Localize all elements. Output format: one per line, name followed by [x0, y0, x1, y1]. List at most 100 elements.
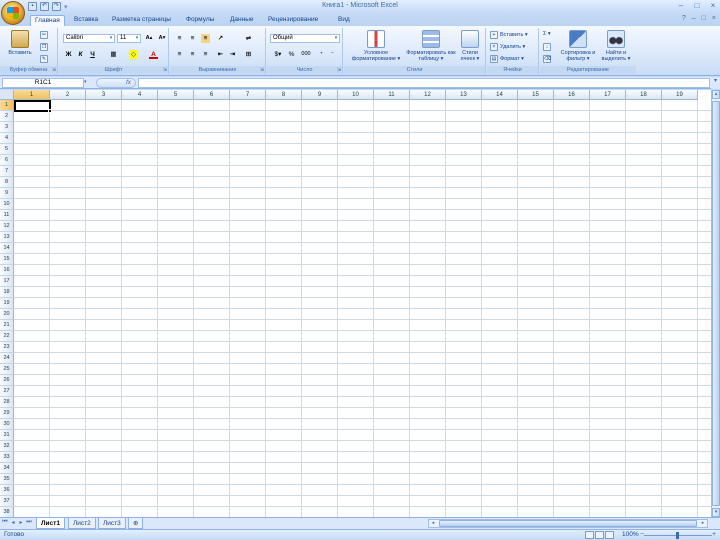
- tab-data[interactable]: Данные: [226, 15, 257, 26]
- currency-icon[interactable]: $▾: [271, 50, 285, 59]
- scroll-down-icon[interactable]: ▾: [712, 508, 720, 517]
- column-header[interactable]: 16: [554, 90, 590, 100]
- column-header[interactable]: 17: [590, 90, 626, 100]
- underline-button[interactable]: Ч: [88, 50, 97, 59]
- column-header[interactable]: 4: [122, 90, 158, 100]
- row-header[interactable]: 29: [0, 408, 14, 419]
- page-break-view-icon[interactable]: [605, 531, 614, 539]
- column-header[interactable]: 6: [194, 90, 230, 100]
- sheet-tab-3[interactable]: Лист3: [98, 518, 126, 529]
- column-header[interactable]: 13: [446, 90, 482, 100]
- chevron-down-icon[interactable]: ▾: [84, 79, 87, 85]
- ribbon-restore-button[interactable]: □: [702, 15, 706, 22]
- number-format-combo[interactable]: Общий ▾: [270, 34, 340, 43]
- horizontal-scrollbar[interactable]: ◂ ▸: [428, 519, 708, 528]
- vertical-scrollbar[interactable]: ▴ ▾: [711, 90, 720, 517]
- row-header[interactable]: 10: [0, 199, 14, 210]
- tab-formulas[interactable]: Формулы: [182, 15, 218, 26]
- row-header[interactable]: 6: [0, 155, 14, 166]
- close-button[interactable]: ×: [708, 1, 718, 10]
- font-name-combo[interactable]: Calibri ▾: [63, 34, 115, 43]
- fill-handle[interactable]: [48, 109, 52, 113]
- vertical-scroll-thumb[interactable]: [712, 101, 720, 506]
- delete-cells-button[interactable]: × Удалить ▾: [490, 43, 525, 51]
- row-header[interactable]: 26: [0, 375, 14, 386]
- column-header[interactable]: 8: [266, 90, 302, 100]
- column-header[interactable]: 3: [86, 90, 122, 100]
- row-header[interactable]: 25: [0, 364, 14, 375]
- minimize-button[interactable]: –: [676, 1, 686, 10]
- alignment-launcher-icon[interactable]: ⇲: [260, 67, 264, 73]
- font-size-combo[interactable]: 11 ▾: [117, 34, 141, 43]
- undo-icon[interactable]: ↶: [40, 2, 49, 11]
- align-top-icon[interactable]: ≡: [175, 34, 184, 43]
- row-header[interactable]: 17: [0, 276, 14, 287]
- maximize-button[interactable]: □: [692, 1, 702, 10]
- row-header[interactable]: 27: [0, 386, 14, 397]
- select-all-button[interactable]: [0, 90, 14, 100]
- row-header[interactable]: 9: [0, 188, 14, 199]
- grow-font-button[interactable]: A▴: [143, 34, 155, 43]
- tab-home[interactable]: Главная: [30, 15, 65, 26]
- copy-button[interactable]: ❐: [40, 43, 48, 51]
- zoom-slider-knob[interactable]: [676, 532, 679, 539]
- align-right-icon[interactable]: ≡: [201, 50, 210, 59]
- row-header[interactable]: 1: [0, 100, 14, 111]
- expand-formula-bar-icon[interactable]: ▾: [711, 77, 720, 89]
- format-painter-button[interactable]: ✎: [40, 55, 48, 63]
- shrink-font-button[interactable]: A▾: [156, 34, 168, 43]
- column-header[interactable]: 14: [482, 90, 518, 100]
- row-header[interactable]: 3: [0, 122, 14, 133]
- page-layout-view-icon[interactable]: [595, 531, 604, 539]
- font-launcher-icon[interactable]: ⇲: [163, 67, 167, 73]
- insert-cells-button[interactable]: + Вставить ▾: [490, 31, 528, 39]
- find-select-button[interactable]: Найти и выделить ▾: [598, 30, 634, 62]
- next-sheet-icon[interactable]: ▸: [18, 519, 24, 526]
- zoom-in-button[interactable]: +: [712, 531, 716, 538]
- row-header[interactable]: 8: [0, 177, 14, 188]
- sheet-tab-1[interactable]: Лист1: [36, 518, 65, 529]
- row-header[interactable]: 4: [0, 133, 14, 144]
- normal-view-icon[interactable]: [585, 531, 594, 539]
- increase-indent-icon[interactable]: ⇥: [228, 50, 237, 59]
- zoom-level[interactable]: 100%: [622, 531, 639, 538]
- column-header[interactable]: 10: [338, 90, 374, 100]
- column-header[interactable]: 11: [374, 90, 410, 100]
- cell-styles-button[interactable]: Стили ячеек ▾: [456, 30, 484, 62]
- font-color-icon[interactable]: A: [149, 50, 158, 59]
- row-header[interactable]: 19: [0, 298, 14, 309]
- horizontal-scroll-thumb[interactable]: [439, 520, 697, 527]
- sort-filter-button[interactable]: Сортировка и фильтр ▾: [558, 30, 598, 62]
- row-header[interactable]: 7: [0, 166, 14, 177]
- align-center-icon[interactable]: ≡: [188, 50, 197, 59]
- fill-color-icon[interactable]: ◇: [129, 50, 138, 59]
- thousands-button[interactable]: 000: [299, 50, 313, 59]
- ribbon-minimize-button[interactable]: –: [692, 15, 696, 22]
- row-header[interactable]: 38: [0, 507, 14, 517]
- row-header[interactable]: 36: [0, 485, 14, 496]
- align-bottom-icon[interactable]: ≡: [201, 34, 210, 43]
- cell-area[interactable]: [14, 100, 711, 517]
- row-header[interactable]: 2: [0, 111, 14, 122]
- tab-review[interactable]: Рецензирование: [264, 15, 322, 26]
- number-launcher-icon[interactable]: ⇲: [337, 67, 341, 73]
- help-icon[interactable]: ?: [682, 15, 686, 22]
- first-sheet-icon[interactable]: ⏮: [2, 519, 8, 526]
- clipboard-launcher-icon[interactable]: ⇲: [52, 67, 56, 73]
- row-header[interactable]: 13: [0, 232, 14, 243]
- decrease-indent-icon[interactable]: ⇤: [216, 50, 225, 59]
- paste-button[interactable]: Вставить: [4, 30, 36, 56]
- merge-center-icon[interactable]: ⊞: [244, 50, 253, 59]
- formula-input[interactable]: [138, 78, 710, 88]
- fill-button[interactable]: ↓: [543, 43, 551, 51]
- align-left-icon[interactable]: ≡: [175, 50, 184, 59]
- active-cell[interactable]: [14, 100, 51, 112]
- row-header[interactable]: 18: [0, 287, 14, 298]
- qat-customize-icon[interactable]: ▾: [64, 3, 68, 11]
- percent-button[interactable]: %: [287, 50, 296, 59]
- office-button[interactable]: [1, 1, 25, 25]
- row-header[interactable]: 15: [0, 254, 14, 265]
- column-header[interactable]: 15: [518, 90, 554, 100]
- save-icon[interactable]: ▪: [28, 2, 37, 11]
- column-header[interactable]: 19: [662, 90, 698, 100]
